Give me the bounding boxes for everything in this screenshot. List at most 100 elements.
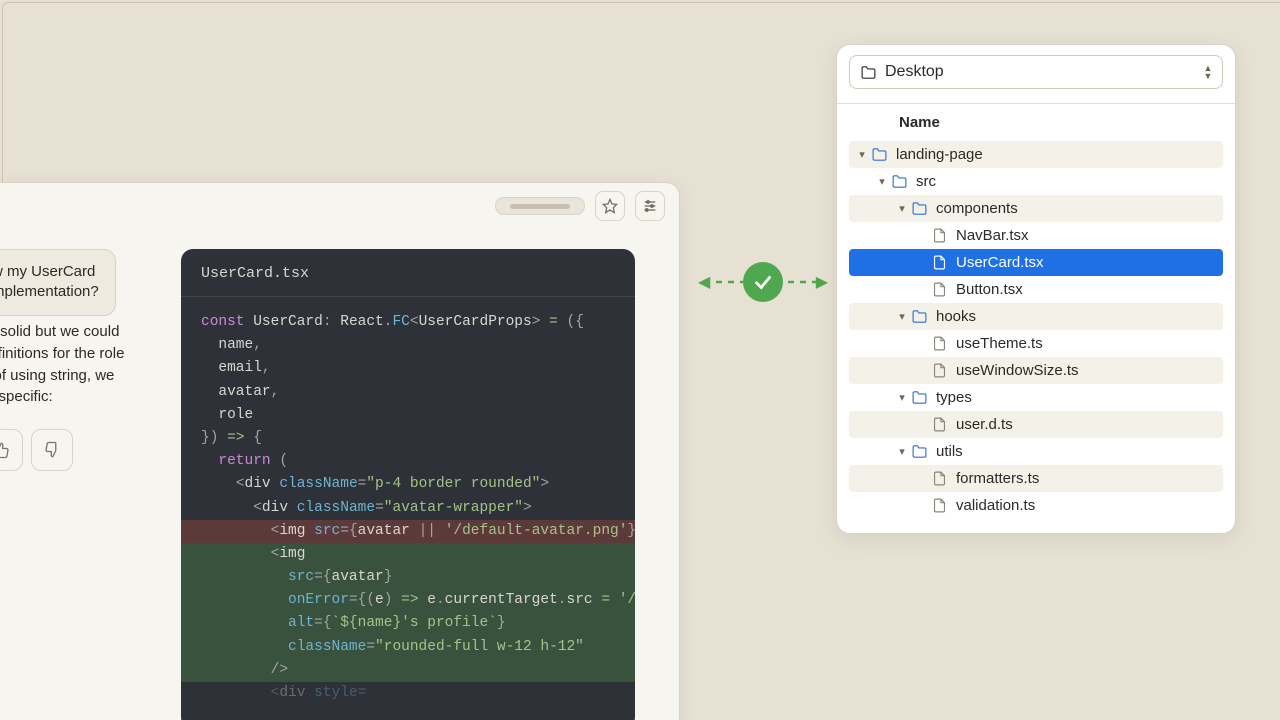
tree-file[interactable]: ▾Button.tsx — [849, 276, 1223, 303]
code-line: }) => { — [181, 427, 635, 450]
tree-file[interactable]: ▾formatters.ts — [849, 465, 1223, 492]
tree-file[interactable]: ▾UserCard.tsx — [849, 249, 1223, 276]
folder-icon — [911, 389, 928, 406]
code-line: src={avatar} — [181, 566, 635, 589]
code-body[interactable]: const UserCard: React.FC<UserCardProps> … — [181, 297, 635, 705]
tree-item-label: useTheme.ts — [956, 335, 1043, 352]
feedback-buttons — [0, 429, 73, 471]
tree-folder[interactable]: ▾ hooks — [849, 303, 1223, 330]
thumbs-down-button[interactable] — [31, 429, 73, 471]
chevron-down-icon[interactable]: ▾ — [855, 148, 869, 161]
thumbs-up-icon — [0, 441, 11, 459]
tree-item-label: hooks — [936, 308, 976, 325]
user-message-line: mplementation? — [0, 282, 99, 302]
tree-item-label: useWindowSize.ts — [956, 362, 1079, 379]
sliders-icon — [642, 198, 658, 214]
arrow-left-icon: ◀ — [698, 272, 710, 292]
select-stepper-icon: ▲▼ — [1202, 65, 1214, 79]
tree-folder[interactable]: ▾ landing-page — [849, 141, 1223, 168]
tree-file[interactable]: ▾NavBar.tsx — [849, 222, 1223, 249]
star-icon — [602, 198, 618, 214]
star-button[interactable] — [595, 191, 625, 221]
tree-item-label: types — [936, 389, 972, 406]
folder-icon — [871, 146, 888, 163]
folder-icon — [860, 64, 877, 81]
chevron-down-icon[interactable]: ▾ — [895, 391, 909, 404]
tree-folder[interactable]: ▾ components — [849, 195, 1223, 222]
folder-icon — [911, 308, 928, 325]
code-line: return ( — [181, 450, 635, 473]
chevron-down-icon[interactable]: ▾ — [875, 175, 889, 188]
file-icon — [931, 497, 948, 514]
tree-item-label: validation.ts — [956, 497, 1035, 514]
model-pill[interactable] — [495, 197, 585, 215]
folder-icon — [911, 200, 928, 217]
tree-item-label: Button.tsx — [956, 281, 1023, 298]
thumbs-down-icon — [43, 441, 61, 459]
file-tree: ▾landing-page▾src▾components▾NavBar.tsx▾… — [849, 141, 1223, 519]
chat-panel: w my UserCard mplementation? ks solid bu… — [0, 182, 680, 720]
tree-file[interactable]: ▾useWindowSize.ts — [849, 357, 1223, 384]
tree-item-label: NavBar.tsx — [956, 227, 1029, 244]
chevron-down-icon[interactable]: ▾ — [895, 202, 909, 215]
tree-file[interactable]: ▾validation.ts — [849, 492, 1223, 519]
user-message-line: w my UserCard — [0, 262, 99, 282]
code-line: <img src={avatar || '/default-avatar.png… — [181, 520, 635, 543]
code-line: name, — [181, 334, 635, 357]
code-filename: UserCard.tsx — [181, 249, 635, 297]
tree-item-label: formatters.ts — [956, 470, 1039, 487]
chat-header — [0, 183, 679, 229]
file-icon — [931, 362, 948, 379]
check-icon — [752, 271, 774, 293]
tree-item-label: utils — [936, 443, 963, 460]
assistant-line: d of using string, we — [0, 365, 124, 387]
tree-file[interactable]: ▾useTheme.ts — [849, 330, 1223, 357]
assistant-line: re specific: — [0, 386, 124, 408]
file-icon — [931, 254, 948, 271]
tree-folder[interactable]: ▾ utils — [849, 438, 1223, 465]
code-line: className="rounded-full w-12 h-12" — [181, 636, 635, 659]
user-message: w my UserCard mplementation? — [0, 249, 116, 316]
code-line: <div className="avatar-wrapper"> — [181, 497, 635, 520]
file-icon — [931, 227, 948, 244]
tree-folder[interactable]: ▾ types — [849, 384, 1223, 411]
check-badge — [743, 262, 783, 302]
tree-file[interactable]: ▾user.d.ts — [849, 411, 1223, 438]
code-line: onError={(e) => e.currentTarget.src = '/ — [181, 589, 635, 612]
tree-item-label: UserCard.tsx — [956, 254, 1044, 271]
code-line: <div className="p-4 border rounded"> — [181, 473, 635, 496]
code-line: avatar, — [181, 381, 635, 404]
tree-item-label: src — [916, 173, 936, 190]
assistant-line: ks solid but we could — [0, 321, 124, 343]
tree-folder[interactable]: ▾ src — [849, 168, 1223, 195]
code-line: <img — [181, 543, 635, 566]
file-icon — [931, 335, 948, 352]
code-line: <div style= — [181, 682, 635, 705]
file-icon — [931, 470, 948, 487]
code-line: const UserCard: React.FC<UserCardProps> … — [181, 311, 635, 334]
location-label: Desktop — [885, 63, 944, 81]
chevron-down-icon[interactable]: ▾ — [895, 310, 909, 323]
thumbs-up-button[interactable] — [0, 429, 23, 471]
location-select[interactable]: Desktop ▲▼ — [849, 55, 1223, 89]
assistant-message: ks solid but we could definitions for th… — [0, 321, 140, 408]
settings-button[interactable] — [635, 191, 665, 221]
tree-item-label: components — [936, 200, 1018, 217]
tree-item-label: landing-page — [896, 146, 983, 163]
column-header-name[interactable]: Name — [849, 104, 1223, 141]
code-line: role — [181, 404, 635, 427]
chevron-down-icon[interactable]: ▾ — [895, 445, 909, 458]
code-line: alt={`${name}'s profile`} — [181, 612, 635, 635]
code-line: /> — [181, 659, 635, 682]
file-icon — [931, 416, 948, 433]
code-line: email, — [181, 357, 635, 380]
file-icon — [931, 281, 948, 298]
file-explorer: Desktop ▲▼ Name ▾ landing-page ▾ src ▾ compon… — [836, 44, 1236, 534]
folder-icon — [891, 173, 908, 190]
tree-item-label: user.d.ts — [956, 416, 1013, 433]
code-panel: UserCard.tsx const UserCard: React.FC<Us… — [181, 249, 635, 720]
folder-icon — [911, 443, 928, 460]
sync-indicator: ◀ ▶ — [700, 262, 826, 302]
arrow-right-icon: ▶ — [816, 272, 828, 292]
assistant-line: definitions for the role — [0, 343, 124, 365]
